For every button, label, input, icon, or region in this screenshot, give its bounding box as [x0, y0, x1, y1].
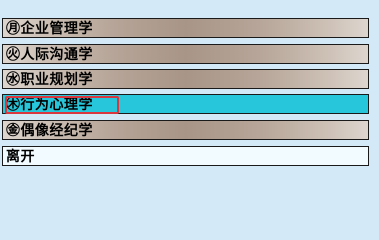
course-menu: ㊊企业管理学 ㊋人际沟通学 ㊌职业规划学 ㊍行为心理学 ㊎偶像经纪学 离开	[0, 0, 379, 201]
menu-item-idol-management[interactable]: ㊎偶像经纪学	[2, 120, 369, 140]
selection-highlight	[5, 96, 119, 114]
menu-item-label: 离开	[6, 149, 35, 165]
menu-item-interpersonal-communication[interactable]: ㊋人际沟通学	[2, 44, 369, 64]
menu-item-label: ㊋人际沟通学	[6, 47, 93, 63]
menu-item-leave[interactable]: 离开	[2, 146, 369, 166]
menu-item-label: ㊊企业管理学	[6, 21, 93, 37]
menu-item-enterprise-management[interactable]: ㊊企业管理学	[2, 18, 369, 38]
menu-item-label: ㊌职业规划学	[6, 72, 93, 88]
menu-item-career-planning[interactable]: ㊌职业规划学	[2, 69, 369, 89]
menu-item-label: ㊎偶像经纪学	[6, 123, 93, 139]
menu-item-behavioral-psychology[interactable]: ㊍行为心理学	[2, 94, 369, 114]
